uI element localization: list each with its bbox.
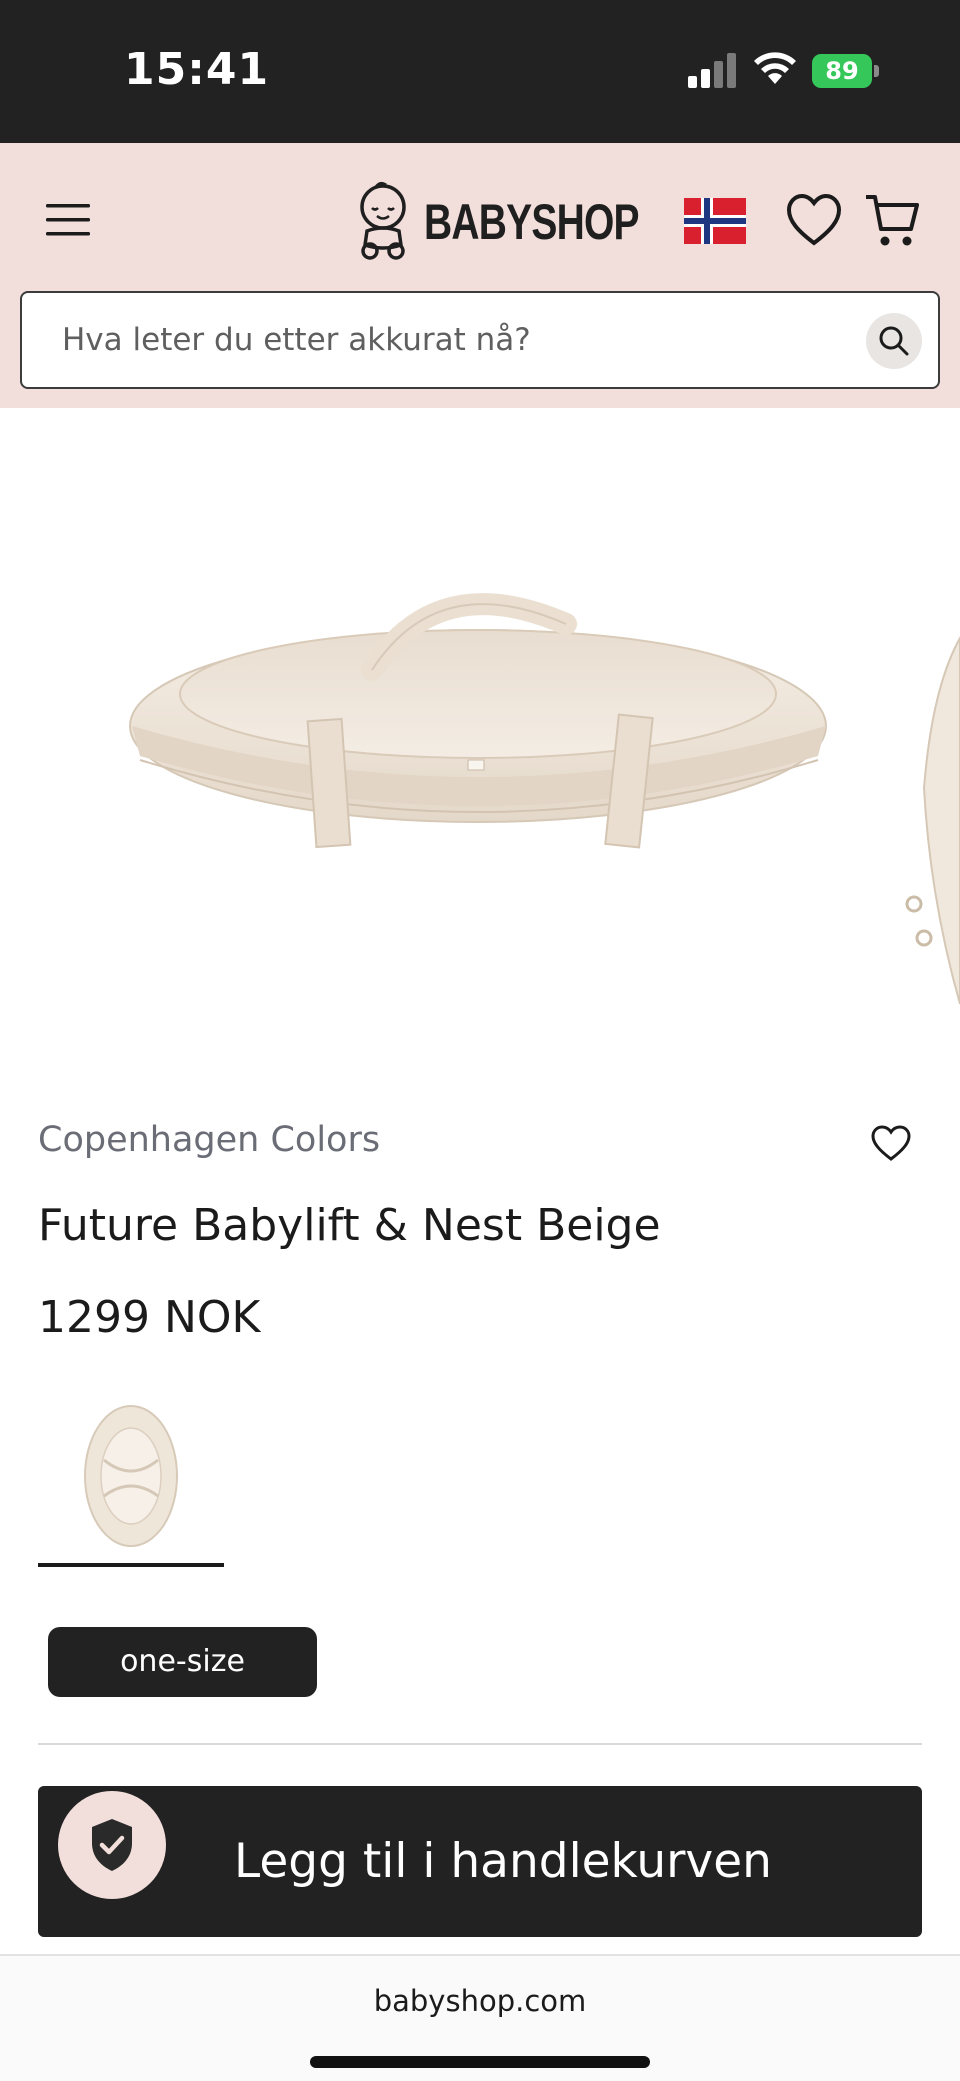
home-indicator[interactable] <box>310 2056 650 2068</box>
color-variant-thumbnail[interactable] <box>38 1390 224 1570</box>
add-to-cart-label: Legg til i handlekurven <box>234 1834 772 1889</box>
shield-check-icon <box>92 1819 132 1871</box>
site-header: BABYSHOP <box>0 143 960 408</box>
search-icon <box>879 326 909 356</box>
status-time: 15:41 <box>124 44 270 95</box>
search-button[interactable] <box>866 313 922 369</box>
shopping-cart-icon[interactable] <box>864 191 920 249</box>
product-title: Future Babylift & Nest Beige <box>38 1200 661 1251</box>
battery-icon: 89 <box>812 54 880 88</box>
cellular-signal-icon <box>688 53 736 88</box>
babyshop-logo[interactable]: BABYSHOP <box>354 181 640 265</box>
size-option-button[interactable]: one-size <box>48 1627 317 1697</box>
product-brand[interactable]: Copenhagen Colors <box>38 1120 380 1160</box>
logo-text: BABYSHOP <box>424 194 640 250</box>
product-price: 1299 NOK <box>38 1292 261 1343</box>
add-to-cart-button[interactable]: Legg til i handlekurven <box>38 1786 922 1937</box>
search-input[interactable] <box>62 293 842 387</box>
norway-flag-icon[interactable] <box>684 198 746 244</box>
product-image-babynest[interactable] <box>0 408 960 1080</box>
hamburger-menu-icon[interactable] <box>44 200 94 240</box>
browser-address-bar[interactable]: babyshop.com <box>0 1954 960 2081</box>
wifi-icon <box>754 52 796 84</box>
selected-variant-indicator <box>38 1563 224 1567</box>
divider <box>38 1743 922 1745</box>
baby-mascot-icon <box>360 181 406 260</box>
wishlist-heart-icon[interactable] <box>786 193 842 247</box>
search-bar <box>20 291 940 389</box>
secure-shopping-badge <box>58 1791 166 1899</box>
battery-level: 89 <box>812 54 872 88</box>
product-gallery[interactable] <box>0 408 960 1080</box>
favorite-heart-icon[interactable] <box>870 1124 912 1162</box>
url-text[interactable]: babyshop.com <box>0 1984 960 2018</box>
status-bar: 15:41 89 <box>0 0 960 143</box>
